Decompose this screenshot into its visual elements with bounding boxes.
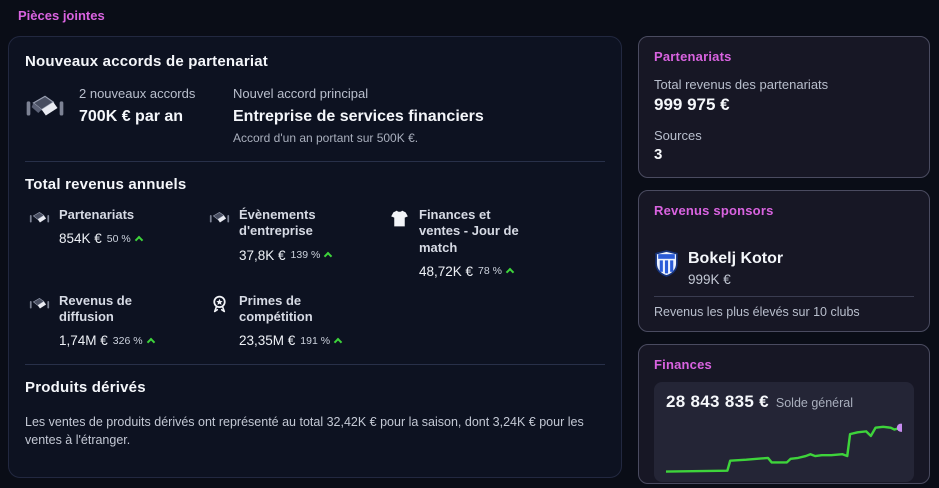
sponsor-club-row: Bokelj Kotor 999K €: [654, 250, 914, 287]
handshake-icon: [25, 88, 65, 128]
new-deals-count-value: 700K € par an: [79, 108, 219, 126]
revenue-item-percent: 326 %: [113, 335, 143, 347]
partnerships-total-value: 999 975 €: [654, 95, 914, 115]
new-deals-row: 2 nouveaux accords 700K € par an Nouvel …: [25, 86, 605, 145]
finance-balance-value: 28 843 835 €: [666, 392, 769, 412]
merchandise-title: Produits dérivés: [25, 379, 605, 396]
revenue-item-value: 48,72K €: [419, 264, 473, 279]
revenue-item-value: 1,74M €: [59, 333, 108, 348]
revenue-item-percent: 191 %: [300, 335, 330, 347]
handshake-icon: [29, 208, 50, 229]
sponsor-club-name: Bokelj Kotor: [688, 250, 783, 268]
revenue-item-value: 23,35M €: [239, 333, 295, 348]
trend-up-icon: [134, 236, 142, 244]
divider: [25, 364, 605, 365]
annual-revenue-grid: Partenariats 854K € 50 % Évènements d'en…: [25, 207, 605, 348]
finance-balance-chart: [666, 414, 902, 478]
revenue-item-jour-de-match: Finances et ventes - Jour de match 48,72…: [385, 207, 605, 279]
finance-chart-marker: [897, 424, 902, 432]
revenue-item-percent: 78 %: [478, 265, 502, 277]
revenue-item-value: 37,8K €: [239, 248, 286, 263]
new-deals-count-block: 2 nouveaux accords 700K € par an: [79, 86, 219, 145]
revenue-item-value: 854K €: [59, 231, 102, 246]
revenue-item-diffusion: Revenus de diffusion 1,74M € 326 %: [25, 293, 205, 349]
handshake-icon: [209, 208, 230, 229]
side-column: Partenariats Total revenus des partenari…: [638, 36, 930, 484]
partnerships-panel-title: Partenariats: [654, 49, 914, 64]
finance-chart-line: [666, 427, 901, 472]
principal-deal-block: Nouvel accord principal Entreprise de se…: [233, 86, 605, 145]
trend-up-icon: [146, 338, 154, 346]
handshake-icon: [29, 294, 50, 315]
sponsors-panel[interactable]: Revenus sponsors Bokelj Kotor 999K € Rev…: [638, 190, 930, 332]
attachments-panel: Nouveaux accords de partenariat 2 nouvea…: [8, 36, 622, 478]
revenue-item-label: Revenus de diffusion: [59, 293, 161, 326]
trend-up-icon: [506, 268, 514, 276]
new-deals-title: Nouveaux accords de partenariat: [25, 53, 605, 70]
finances-panel-title: Finances: [654, 357, 914, 372]
revenue-item-percent: 50 %: [107, 233, 131, 245]
revenue-item-partenariats: Partenariats 854K € 50 %: [25, 207, 205, 279]
divider: [25, 161, 605, 162]
sponsors-note: Revenus les plus élevés sur 10 clubs: [654, 305, 914, 319]
revenue-item-percent: 139 %: [291, 249, 321, 261]
partnerships-sources-label: Sources: [654, 128, 914, 143]
sponsors-panel-title: Revenus sponsors: [654, 203, 914, 218]
partnerships-sources-value: 3: [654, 146, 914, 163]
revenue-item-label: Partenariats: [59, 207, 142, 223]
principal-deal-value: Entreprise de services financiers: [233, 108, 605, 126]
tshirt-icon: [389, 208, 410, 229]
revenue-item-label: Finances et ventes - Jour de match: [419, 207, 521, 256]
new-deals-count-label: 2 nouveaux accords: [79, 86, 219, 101]
revenue-item-label: Évènements d'entreprise: [239, 207, 341, 240]
medal-icon: [209, 294, 230, 315]
annual-revenue-title: Total revenus annuels: [25, 176, 605, 193]
finances-panel[interactable]: Finances 28 843 835 € Solde général: [638, 344, 930, 484]
revenue-item-primes: Primes de compétition 23,35M € 191 %: [205, 293, 385, 349]
merchandise-text: Les ventes de produits dérivés ont repré…: [25, 414, 605, 449]
partnerships-total-label: Total revenus des partenariats: [654, 77, 914, 92]
partnerships-panel[interactable]: Partenariats Total revenus des partenari…: [638, 36, 930, 178]
trend-up-icon: [334, 338, 342, 346]
sponsor-club-value: 999K €: [688, 272, 783, 287]
revenue-item-label: Primes de compétition: [239, 293, 341, 326]
principal-deal-note: Accord d'un an portant sur 500K €.: [233, 131, 605, 145]
page-title: Pièces jointes: [18, 8, 105, 23]
club-badge-icon: [654, 250, 679, 277]
revenue-item-evenements: Évènements d'entreprise 37,8K € 139 %: [205, 207, 385, 279]
finance-balance-card: 28 843 835 € Solde général: [654, 382, 914, 482]
trend-up-icon: [324, 252, 332, 260]
divider: [654, 296, 914, 297]
finance-balance-label: Solde général: [776, 396, 853, 410]
principal-deal-label: Nouvel accord principal: [233, 86, 605, 101]
